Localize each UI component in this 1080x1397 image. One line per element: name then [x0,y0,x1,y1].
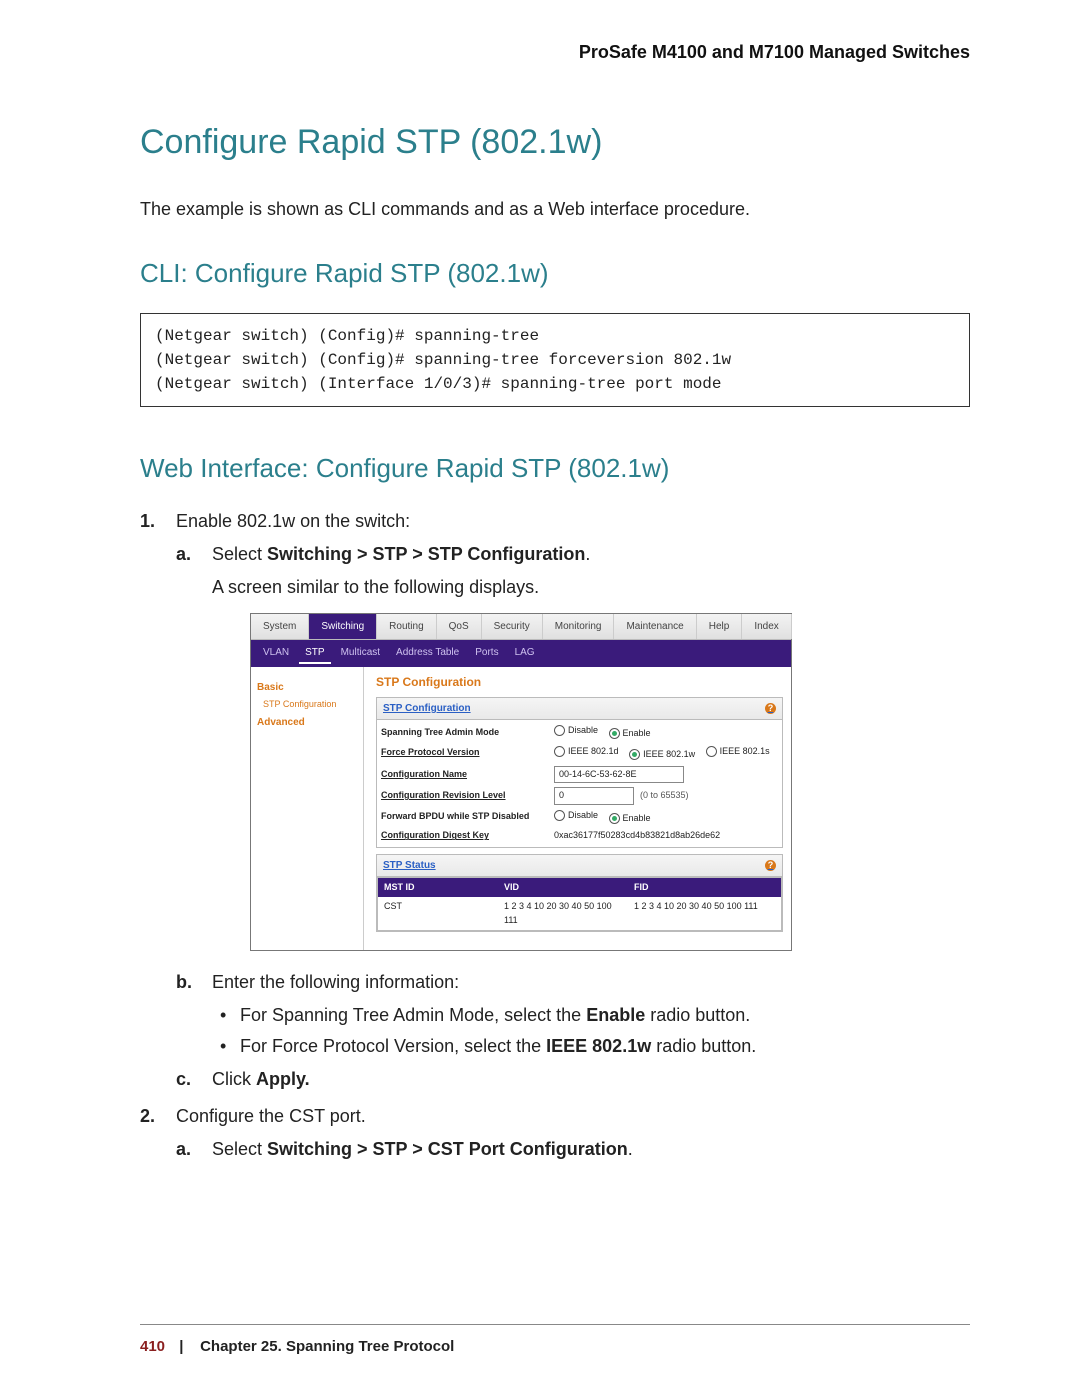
step-1a-suffix: . [585,544,590,564]
tab-help[interactable]: Help [697,614,743,639]
tab-routing[interactable]: Routing [377,614,436,639]
th-mstid: MST ID [378,878,498,898]
step-1b: b. Enter the following information: For … [176,969,970,1060]
tab-switching[interactable]: Switching [309,614,377,639]
step-2a-suffix: . [628,1139,633,1159]
subtab-lag[interactable]: LAG [509,643,541,664]
radio-802-1d[interactable]: IEEE 802.1d [554,745,619,759]
label-admin-mode: Spanning Tree Admin Mode [381,726,546,740]
tab-monitoring[interactable]: Monitoring [543,614,615,639]
page-footer: 410 | Chapter 25. Spanning Tree Protocol [140,1338,454,1355]
step-2-number: 2. [140,1103,155,1130]
step-2a-letter: a. [176,1136,191,1163]
subtab-multicast[interactable]: Multicast [335,643,386,664]
sidebar-stp-config[interactable]: STP Configuration [263,698,357,712]
label-digest-key: Configuration Digest Key [381,829,546,843]
th-fid: FID [628,878,781,898]
page-title: Configure Rapid STP (802.1w) [140,123,970,162]
radio-fwd-disable[interactable]: Disable [554,809,598,823]
step-2a-path: Switching > STP > CST Port Configuration [267,1139,628,1159]
tab-security[interactable]: Security [482,614,543,639]
footer-rule [140,1324,970,1325]
help-icon[interactable]: ? [765,703,776,714]
input-config-name[interactable]: 00-14-6C-53-62-8E [554,766,684,784]
step-2a-prefix: Select [212,1139,267,1159]
step-1a-after: A screen similar to the following displa… [212,574,970,601]
radio-802-1s[interactable]: IEEE 802.1s [706,745,770,759]
label-forward-bpdu: Forward BPDU while STP Disabled [381,810,546,824]
radio-802-1w[interactable]: IEEE 802.1w [629,748,695,762]
step-1a-prefix: Select [212,544,267,564]
step-2-text: Configure the CST port. [176,1106,366,1126]
value-digest-key: 0xac36177f50283cd4b83821d8ab26de62 [554,829,778,843]
radio-admin-enable[interactable]: Enable [609,727,651,741]
tab-system[interactable]: System [251,614,309,639]
tab-maintenance[interactable]: Maintenance [614,614,696,639]
step-1c-letter: c. [176,1066,191,1093]
page-number: 410 [140,1338,165,1355]
config-section: STP Configuration ? Spanning Tree Admin … [376,697,783,848]
status-section: STP Status ? MST ID VID FID [376,854,783,933]
subtab-addresstable[interactable]: Address Table [390,643,465,664]
label-revision: Configuration Revision Level [381,789,546,803]
help-icon-2[interactable]: ? [765,860,776,871]
footer-sep: | [179,1338,183,1355]
step-1b-bullet-1: For Spanning Tree Admin Mode, select the… [212,1002,970,1029]
sidebar: Basic STP Configuration Advanced [251,667,364,950]
hint-revision-range: (0 to 65535) [640,790,689,800]
step-1c: c. Click Apply. [176,1066,970,1093]
radio-fwd-enable[interactable]: Enable [609,812,651,826]
step-1a: a. Select Switching > STP > STP Configur… [176,541,970,951]
label-force-version: Force Protocol Version [381,746,546,760]
step-2: 2. Configure the CST port. a. Select Swi… [140,1103,970,1163]
status-section-title: STP Status [383,858,436,873]
step-1-text: Enable 802.1w on the switch: [176,511,410,531]
panel-title: STP Configuration [376,673,783,691]
secondary-tabs: VLAN STP Multicast Address Table Ports L… [251,640,791,667]
step-2a: a. Select Switching > STP > CST Port Con… [176,1136,970,1163]
intro-paragraph: The example is shown as CLI commands and… [140,196,970,222]
step-1a-letter: a. [176,541,191,568]
step-1-number: 1. [140,508,155,535]
section-cli-title: CLI: Configure Rapid STP (802.1w) [140,258,970,289]
config-section-title: STP Configuration [383,701,471,716]
status-table-row: CST 1 2 3 4 10 20 30 40 50 100 111 1 2 3… [378,897,781,930]
td-fid: 1 2 3 4 10 20 30 40 50 100 111 [628,897,781,930]
step-1c-action: Apply. [256,1069,310,1089]
footer-chapter: Chapter 25. Spanning Tree Protocol [200,1338,454,1355]
input-revision[interactable]: 0 [554,787,634,805]
subtab-vlan[interactable]: VLAN [257,643,295,664]
radio-admin-disable[interactable]: Disable [554,724,598,738]
step-1a-path: Switching > STP > STP Configuration [267,544,585,564]
step-1: 1. Enable 802.1w on the switch: a. Selec… [140,508,970,1093]
status-table-header: MST ID VID FID [378,878,781,898]
subtab-ports[interactable]: Ports [469,643,504,664]
th-vid: VID [498,878,628,898]
cli-code-block: (Netgear switch) (Config)# spanning-tree… [140,313,970,407]
step-1b-letter: b. [176,969,192,996]
sidebar-advanced[interactable]: Advanced [257,715,357,730]
sidebar-basic[interactable]: Basic [257,680,357,695]
subtab-stp[interactable]: STP [299,643,330,664]
tab-qos[interactable]: QoS [437,614,482,639]
section-web-title: Web Interface: Configure Rapid STP (802.… [140,453,970,484]
tab-index[interactable]: Index [742,614,791,639]
doc-product-header: ProSafe M4100 and M7100 Managed Switches [140,42,970,63]
step-1b-bullet-2: For Force Protocol Version, select the I… [212,1033,970,1060]
step-1c-prefix: Click [212,1069,256,1089]
td-vid: 1 2 3 4 10 20 30 40 50 100 111 [498,897,628,930]
step-1b-text: Enter the following information: [212,972,459,992]
primary-tabs: System Switching Routing QoS Security Mo… [251,614,791,640]
td-mstid: CST [378,897,498,930]
ui-screenshot: System Switching Routing QoS Security Mo… [250,613,792,951]
label-config-name: Configuration Name [381,768,546,782]
